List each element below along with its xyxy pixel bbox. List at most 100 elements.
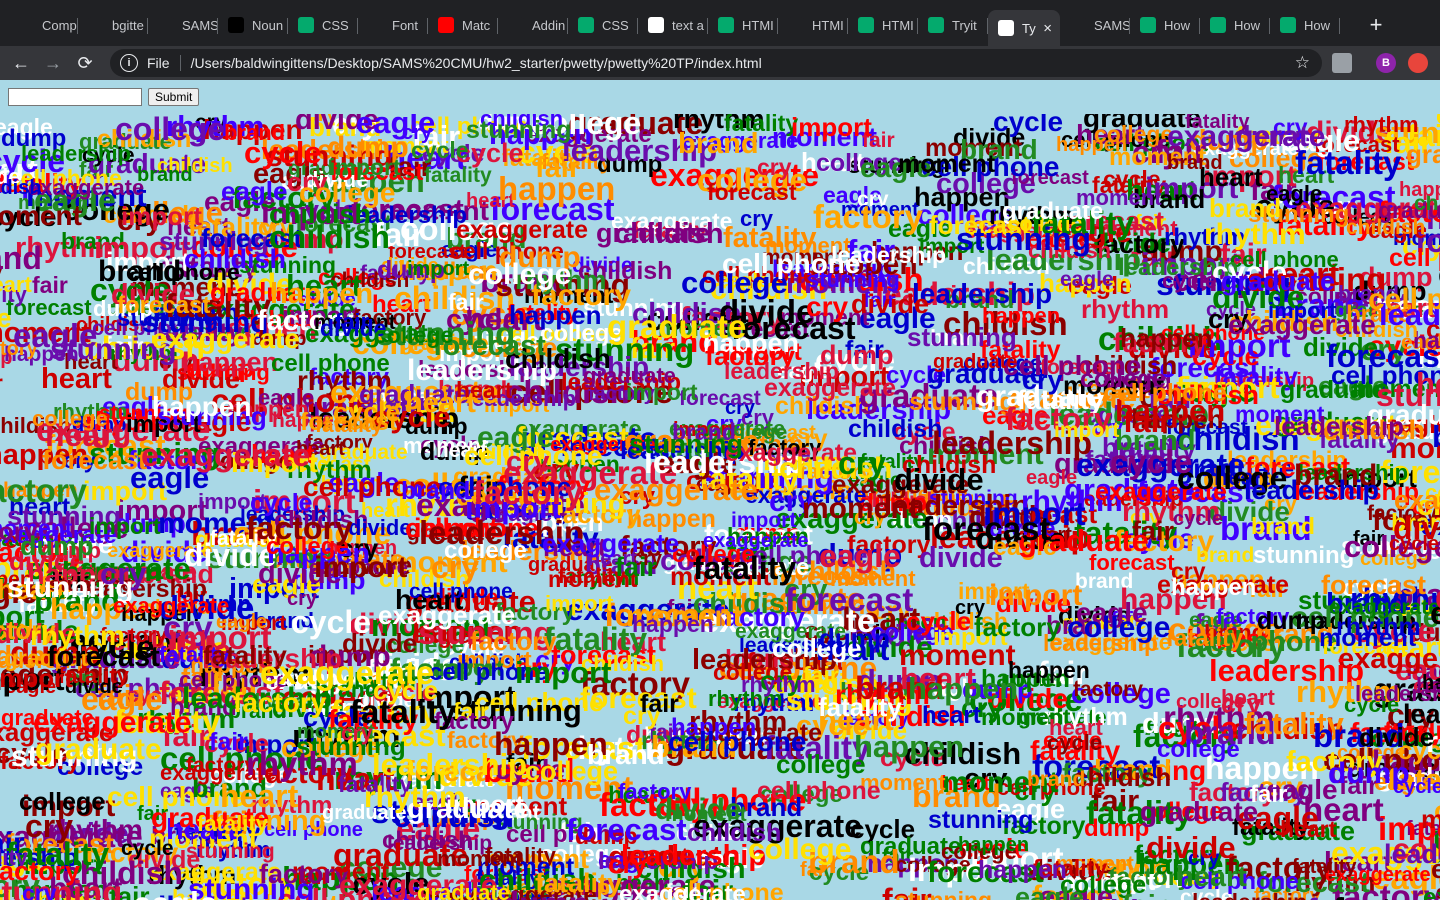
browser-tab[interactable]: Noun — [218, 10, 288, 40]
tab-label: Ty — [1022, 20, 1036, 36]
address-url[interactable]: /Users/baldwingittens/Desktop/SAMS%20CMU… — [191, 55, 762, 71]
tab-label: text a — [672, 17, 704, 33]
browser-tab[interactable]: HTMI — [708, 10, 778, 40]
browser-tab[interactable]: Matc — [428, 10, 498, 40]
word-item: forecast — [785, 581, 914, 618]
extension-icon[interactable] — [1332, 53, 1352, 73]
browser-tab[interactable]: CSS — [288, 10, 358, 40]
word-item: import — [989, 579, 1083, 612]
reload-button[interactable]: ⟳ — [72, 50, 98, 76]
word-item: cell phone — [757, 777, 881, 805]
word-item: eagle — [133, 887, 217, 900]
update-icon[interactable] — [1408, 53, 1428, 73]
browser-tab[interactable]: SAMS — [1060, 10, 1130, 40]
file-icon — [788, 17, 804, 33]
word-item: exaggerate — [1423, 884, 1440, 900]
browser-tab[interactable]: HTMI — [848, 10, 918, 40]
word-item: happen — [958, 834, 1030, 856]
word-item: childish — [269, 219, 390, 255]
browser-tab[interactable]: Ty × — [988, 10, 1060, 46]
word-item: leadership — [372, 747, 528, 782]
address-bar[interactable]: i File /Users/baldwingittens/Desktop/SAM… — [110, 49, 1322, 77]
word-item: cry — [806, 291, 849, 322]
word-item: happen — [1120, 323, 1213, 353]
word-item: happen — [854, 729, 965, 764]
forward-button[interactable]: → — [40, 50, 66, 76]
page-viewport: Submit childish import rhythm college rhythm… — [0, 80, 1440, 900]
word-item: fatality — [315, 414, 383, 437]
sams-icon — [158, 17, 174, 33]
w3schools-icon — [578, 17, 594, 33]
word-item: factory — [813, 198, 924, 235]
browser-tab[interactable]: bgitte — [78, 10, 148, 40]
noun-icon — [228, 17, 244, 33]
word-item: college — [468, 258, 572, 291]
word-item: factory — [473, 474, 584, 511]
browser-tab[interactable]: HTMI — [778, 10, 848, 40]
word-item: forecast — [707, 179, 797, 205]
browser-tab[interactable]: How — [1130, 10, 1200, 40]
word-item: fatality — [693, 550, 797, 586]
profile-avatar[interactable]: B — [1376, 53, 1396, 73]
word-item: happen — [152, 391, 252, 422]
browser-tab[interactable]: Comp — [8, 10, 78, 40]
word-item: cry — [506, 446, 550, 478]
word-input[interactable] — [8, 88, 142, 106]
browser-tab[interactable]: How — [1270, 10, 1340, 40]
word-item: fair — [640, 690, 679, 718]
word-item: eagle — [356, 114, 436, 140]
tab-label: CSS — [602, 17, 629, 33]
tab-label: CSS — [322, 17, 349, 33]
word-item: cycle — [1047, 730, 1103, 755]
bookmark-star-icon[interactable]: ☆ — [1295, 53, 1310, 73]
word-item: brand — [0, 240, 42, 276]
browser-tab[interactable]: Addin — [498, 10, 568, 40]
word-item: cell phone — [668, 726, 807, 757]
word-item: cycle — [1389, 533, 1440, 555]
word-item: stunning — [1376, 377, 1440, 413]
word-item: fair — [32, 272, 68, 298]
word-item: import — [0, 663, 73, 693]
tab-label: SAMS — [182, 17, 218, 33]
info-icon[interactable]: i — [120, 54, 138, 72]
browser-tab[interactable]: Font — [358, 10, 428, 40]
word-item: cell phone — [1103, 379, 1227, 407]
word-item: graduate — [933, 351, 1018, 373]
word-item: fatality — [1292, 856, 1357, 878]
browser-tab[interactable]: Tryit — [918, 10, 988, 40]
tab-label: Comp — [42, 17, 77, 33]
browser-tab[interactable]: text a — [638, 10, 708, 40]
word-item: dump — [20, 531, 94, 561]
word-item: fair — [1122, 892, 1167, 900]
word-item: brand — [401, 477, 471, 505]
w3schools-icon — [928, 17, 944, 33]
chrome-icon — [998, 20, 1014, 36]
word-item: stunning — [466, 116, 572, 144]
word-item: college — [1176, 691, 1245, 713]
word-item: import — [791, 114, 872, 142]
w3schools-icon — [1140, 17, 1156, 33]
submit-button[interactable]: Submit — [148, 88, 200, 106]
word-item: import — [626, 379, 698, 405]
back-button[interactable]: ← — [8, 50, 34, 76]
word-item: graduate — [607, 308, 747, 345]
word-item: cycle — [1173, 508, 1224, 530]
word-item: exaggerate — [1329, 596, 1440, 619]
word-item: exaggerate — [28, 175, 145, 200]
new-tab-button[interactable]: + — [1362, 12, 1390, 40]
w3schools-icon — [718, 17, 734, 33]
word-item: cycle — [993, 114, 1064, 137]
w3schools-icon — [858, 17, 874, 33]
word-item: factory — [233, 687, 327, 718]
word-item: graduate — [1221, 266, 1336, 296]
tab-separator — [1339, 18, 1340, 34]
close-tab-icon[interactable]: × — [1043, 20, 1052, 37]
word-item: rhythm — [30, 620, 125, 651]
browser-tab[interactable]: CSS — [568, 10, 638, 40]
browser-tab[interactable]: How — [1200, 10, 1270, 40]
word-item: exaggerate — [542, 528, 680, 558]
browser-tab[interactable]: SAMS — [148, 10, 218, 40]
word-item: exaggerate — [1394, 485, 1440, 515]
word-item: graduate — [1, 705, 94, 730]
word-item: brand — [137, 164, 193, 186]
